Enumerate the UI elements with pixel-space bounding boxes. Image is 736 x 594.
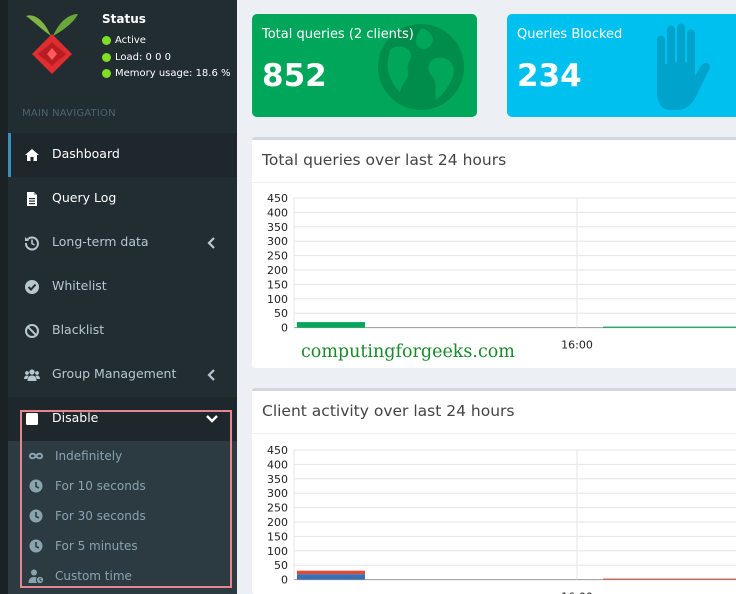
x-tick-label: 16:00	[561, 339, 593, 352]
sidebar-item-label: Dashboard	[52, 146, 120, 161]
status-panel: Status Active Load: 0 0 0 Memory usage: …	[8, 0, 237, 95]
submenu-item-indefinitely[interactable]: Indefinitely	[8, 441, 237, 471]
submenu-item-label: Indefinitely	[55, 449, 123, 463]
total-queries-label: Total queries (2 clients)	[262, 27, 414, 42]
file-icon	[27, 192, 37, 206]
status-dot-icon	[102, 69, 111, 78]
y-tick-label: 200	[267, 516, 288, 529]
submenu-item-custom-time[interactable]: Custom time	[8, 561, 237, 591]
queries-blocked-label: Queries Blocked	[517, 27, 623, 42]
bar	[297, 574, 365, 580]
bar	[603, 326, 736, 328]
y-tick-label: 300	[267, 235, 288, 248]
y-tick-label: 50	[274, 559, 288, 572]
nav-header: MAIN NAVIGATION	[22, 108, 116, 119]
status-memory: Memory usage: 18.6 %	[102, 68, 231, 79]
status-active: Active	[102, 35, 146, 46]
history-icon	[25, 236, 39, 251]
sidebar-item-blacklist[interactable]: Blacklist	[8, 309, 237, 353]
sidebar-item-label: Group Management	[52, 366, 177, 381]
sidebar-item-disable[interactable]: Disable	[8, 397, 237, 441]
sidebar-item-long-term-data[interactable]: Long-term data	[8, 221, 237, 265]
ban-icon	[25, 324, 39, 338]
y-tick-label: 150	[267, 278, 288, 291]
y-tick-label: 50	[274, 307, 288, 320]
status-dot-icon	[102, 53, 111, 62]
y-tick-label: 350	[267, 221, 288, 234]
status-memory-text: Memory usage: 18.6 %	[115, 68, 231, 79]
total-queries-box: Total queries (2 clients) 852	[252, 14, 477, 117]
chevron-left-icon	[207, 237, 215, 249]
sidebar-item-query-log[interactable]: Query Log	[8, 177, 237, 221]
queries-blocked-box: Queries Blocked 234	[507, 14, 736, 117]
total-queries-value: 852	[262, 58, 327, 94]
user-clock-icon	[28, 569, 44, 584]
users-icon	[24, 369, 40, 381]
chevron-down-icon	[206, 415, 218, 423]
watermark-text: computingforgeeks.com	[301, 342, 515, 362]
infinity-icon	[28, 452, 44, 460]
y-tick-label: 400	[267, 206, 288, 219]
client-activity-panel: Client activity over last 24 hours 450 40…	[252, 388, 736, 594]
queries-over-time-chart: 450400 350300 250200150 10050 0 16:00	[267, 192, 736, 352]
chevron-left-icon	[207, 369, 215, 381]
sidebar-item-whitelist[interactable]: Whitelist	[8, 265, 237, 309]
y-tick-label: 450	[267, 444, 288, 457]
status-dot-icon	[102, 36, 111, 45]
sidebar-edge	[0, 0, 8, 594]
clock-icon	[29, 509, 43, 523]
y-tick-label: 300	[267, 487, 288, 500]
bar	[603, 578, 736, 580]
bar	[297, 570, 365, 575]
submenu-item-label: Custom time	[55, 569, 132, 583]
sidebar-item-label: Disable	[52, 410, 99, 425]
y-tick-label: 250	[267, 502, 288, 515]
home-icon	[25, 149, 39, 161]
clock-icon	[29, 479, 43, 493]
square-icon	[26, 413, 38, 425]
sidebar-item-label: Long-term data	[52, 234, 149, 249]
bar	[297, 322, 365, 328]
submenu-item-label: For 30 seconds	[55, 509, 146, 523]
status-load-text: Load: 0 0 0	[115, 52, 171, 63]
submenu-item-label: For 5 minutes	[55, 539, 138, 553]
y-tick-label: 200	[267, 264, 288, 277]
sidebar-item-label: Query Log	[52, 190, 117, 205]
y-tick-label: 400	[267, 458, 288, 471]
submenu-item-5-minutes[interactable]: For 5 minutes	[8, 531, 237, 561]
y-tick-label: 450	[267, 192, 288, 205]
sidebar-item-dashboard[interactable]: Dashboard	[8, 133, 237, 177]
y-tick-label: 250	[267, 250, 288, 263]
hand-icon	[657, 23, 711, 110]
check-circle-icon	[25, 280, 39, 294]
submenu-item-10-seconds[interactable]: For 10 seconds	[8, 471, 237, 501]
queries-over-time-panel: Total queries over last 24 hours 450 400 3…	[252, 137, 736, 368]
x-tick-label: 16:00	[561, 591, 593, 594]
y-tick-label: 0	[281, 574, 288, 587]
y-tick-label: 150	[267, 530, 288, 543]
disable-submenu: Indefinitely For 10 seconds For 30 secon…	[8, 441, 237, 594]
y-tick-label: 350	[267, 473, 288, 486]
y-tick-label: 100	[267, 545, 288, 558]
y-tick-label: 100	[267, 293, 288, 306]
status-load: Load: 0 0 0	[102, 52, 171, 63]
y-tick-label: 0	[281, 322, 288, 335]
submenu-item-30-seconds[interactable]: For 30 seconds	[8, 501, 237, 531]
sidebar-item-group-management[interactable]: Group Management	[8, 353, 237, 397]
queries-blocked-value: 234	[517, 58, 582, 94]
sidebar-item-label: Blacklist	[52, 322, 105, 337]
status-active-text: Active	[115, 35, 146, 46]
client-activity-chart: 450400 350300 250200150 10050 0 16:00	[267, 444, 736, 594]
sidebar: Status Active Load: 0 0 0 Memory usage: …	[0, 0, 237, 594]
status-title: Status	[102, 12, 146, 26]
submenu-item-label: For 10 seconds	[55, 479, 146, 493]
pihole-logo	[26, 14, 78, 74]
clock-icon	[29, 539, 43, 553]
sidebar-item-label: Whitelist	[52, 278, 107, 293]
